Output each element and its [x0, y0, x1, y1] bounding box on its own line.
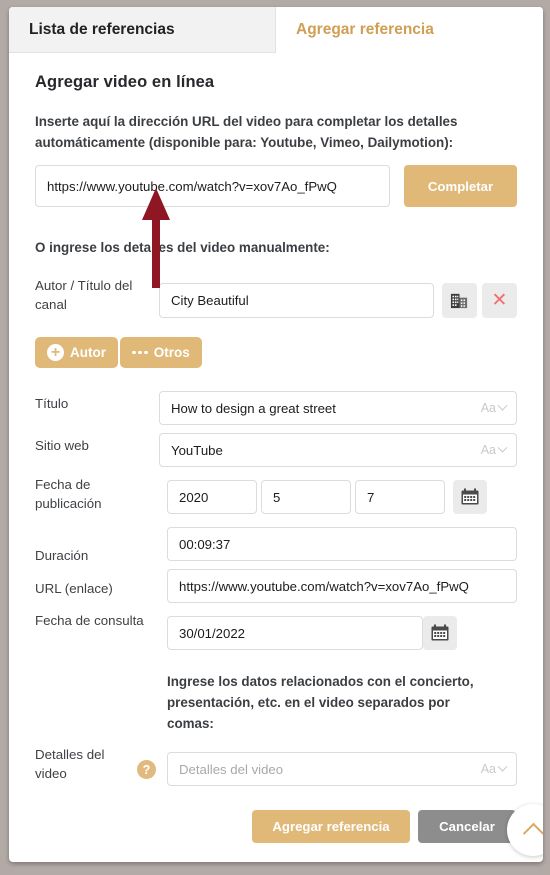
fecha-consulta-calendar-button[interactable]	[423, 616, 457, 650]
fecha-consulta-input[interactable]: 30/01/2022	[167, 616, 423, 650]
calendar-icon	[461, 488, 479, 505]
fecha-consulta-label: Fecha de consulta	[35, 613, 144, 628]
url-enlace-input[interactable]: https://www.youtube.com/watch?v=xov7Ao_f…	[167, 569, 517, 603]
tab-lista-de-referencias[interactable]: Lista de referencias	[9, 7, 276, 53]
duracion-value: 00:09:37	[179, 536, 231, 552]
tab-label: Lista de referencias	[29, 20, 175, 38]
fecha-publicacion-label: Fecha de publicación	[35, 477, 102, 511]
close-x-icon: ✕	[491, 290, 508, 311]
chevron-down-icon	[497, 761, 508, 772]
titulo-format-dropdown[interactable]: Aa	[480, 400, 508, 415]
tab-agregar-referencia[interactable]: Agregar referencia	[276, 7, 543, 53]
titulo-input[interactable]: How to design a great street Aa	[159, 391, 517, 425]
detalles-input[interactable]: Detalles del video Aa	[167, 752, 517, 786]
aa-label: Aa	[480, 401, 496, 415]
titulo-label: Título	[35, 396, 69, 411]
fecha-publicacion-calendar-button[interactable]	[453, 480, 487, 514]
detalles-label: Detalles del video	[35, 747, 105, 781]
chevron-up-icon	[522, 822, 543, 844]
url-autofill-value: https://www.youtube.com/watch?v=xov7Ao_f…	[47, 178, 337, 194]
sitio-web-label: Sitio web	[35, 438, 89, 453]
year-value: 2020	[179, 489, 209, 505]
completar-button[interactable]: Completar	[404, 165, 517, 207]
add-other-button[interactable]: Otros	[120, 337, 202, 368]
titulo-value: How to design a great street	[171, 400, 336, 416]
duracion-label: Duración	[35, 548, 89, 563]
aa-label: Aa	[480, 443, 496, 457]
ellipsis-icon	[132, 350, 148, 355]
url-enlace-value: https://www.youtube.com/watch?v=xov7Ao_f…	[179, 578, 469, 594]
fecha-publicacion-year-input[interactable]: 2020	[167, 480, 257, 514]
fecha-publicacion-month-input[interactable]: 5	[261, 480, 351, 514]
fecha-publicacion-day-input[interactable]: 7	[355, 480, 445, 514]
details-instructions: Ingrese los datos relacionados con el co…	[167, 674, 474, 731]
duracion-input[interactable]: 00:09:37	[167, 527, 517, 561]
author-input[interactable]: City Beautiful	[159, 283, 434, 318]
detalles-placeholder: Detalles del video	[179, 761, 284, 777]
sitio-web-format-dropdown[interactable]: Aa	[480, 442, 508, 457]
calendar-icon	[431, 624, 449, 641]
delete-author-button[interactable]: ✕	[482, 283, 517, 318]
chevron-down-icon	[497, 400, 508, 411]
fecha-consulta-value: 30/01/2022	[179, 625, 246, 641]
aa-label: Aa	[480, 762, 496, 776]
form-body: Agregar video en línea Inserte aquí la d…	[9, 53, 543, 862]
screen: Lista de referencias Agregar referencia …	[0, 0, 550, 875]
tab-bar: Lista de referencias Agregar referencia	[9, 7, 543, 53]
cancel-button[interactable]: Cancelar	[418, 810, 516, 843]
url-autofill-input[interactable]: https://www.youtube.com/watch?v=xov7Ao_f…	[35, 165, 390, 207]
day-value: 7	[367, 489, 375, 505]
author-value: City Beautiful	[171, 293, 249, 308]
institution-toggle-button[interactable]	[442, 283, 477, 318]
details-help-icon[interactable]: ?	[137, 760, 156, 779]
add-author-label: Autor	[70, 345, 106, 360]
add-other-label: Otros	[153, 345, 190, 360]
detalles-format-dropdown[interactable]: Aa	[480, 761, 508, 776]
sitio-web-input[interactable]: YouTube Aa	[159, 433, 517, 467]
url-instructions: Inserte aquí la dirección URL del video …	[35, 114, 458, 150]
page-title: Agregar video en línea	[35, 73, 215, 91]
submit-reference-button[interactable]: Agregar referencia	[252, 810, 410, 843]
manual-entry-subhead: O ingrese los detalles del video manualm…	[35, 240, 330, 255]
sitio-web-value: YouTube	[171, 442, 223, 458]
plus-circle-icon: +	[47, 344, 64, 361]
reference-dialog-card: Lista de referencias Agregar referencia …	[9, 7, 543, 862]
building-icon	[450, 293, 468, 309]
tab-label: Agregar referencia	[296, 20, 434, 38]
month-value: 5	[273, 489, 281, 505]
chevron-down-icon	[497, 442, 508, 453]
add-author-button[interactable]: + Autor	[35, 337, 118, 368]
author-label: Autor / Título del canal	[35, 278, 133, 312]
url-enlace-label: URL (enlace)	[35, 581, 113, 596]
